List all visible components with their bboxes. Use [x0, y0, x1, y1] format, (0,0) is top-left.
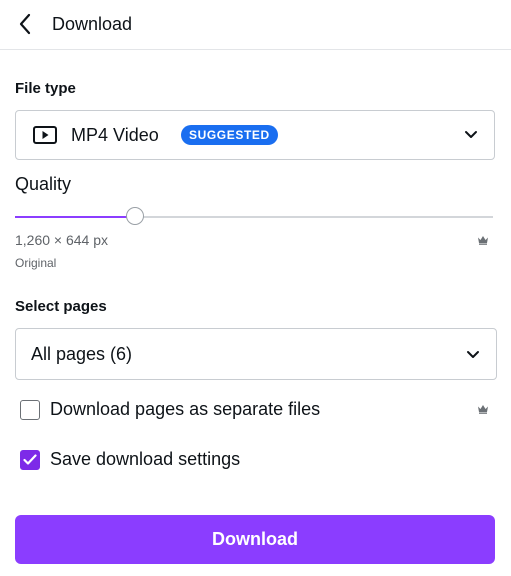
chevron-down-icon [465, 131, 477, 138]
chevron-left-icon [19, 13, 31, 35]
download-button[interactable]: Download [15, 515, 495, 564]
select-pages-value: All pages (6) [31, 344, 133, 364]
select-pages-dropdown[interactable]: All pages (6) [15, 328, 497, 380]
crown-icon [478, 236, 488, 245]
back-button[interactable] [12, 11, 38, 37]
page-title: Download [52, 14, 133, 34]
file-type-select[interactable]: MP4 Video SUGGESTED [15, 110, 495, 160]
checkmark-icon [23, 454, 37, 465]
quality-sublabel: Original [15, 256, 57, 270]
file-type-label: File type [15, 80, 76, 97]
video-play-icon [33, 126, 57, 144]
file-type-value: MP4 Video [71, 125, 159, 145]
quality-slider-thumb[interactable] [125, 207, 144, 225]
crown-icon [478, 405, 488, 414]
quality-slider-fill [15, 216, 135, 218]
header: Download [0, 0, 511, 50]
separate-files-checkbox[interactable] [20, 400, 40, 420]
save-settings-checkbox[interactable] [20, 450, 40, 470]
suggested-badge: SUGGESTED [181, 125, 278, 145]
quality-slider[interactable] [15, 207, 493, 225]
dimensions-text: 1,260 × 644 px [15, 232, 109, 248]
save-settings-label: Save download settings [50, 449, 241, 469]
chevron-down-icon [467, 351, 479, 358]
select-pages-label: Select pages [15, 298, 107, 315]
quality-label: Quality [15, 174, 72, 194]
separate-files-label: Download pages as separate files [50, 399, 321, 419]
